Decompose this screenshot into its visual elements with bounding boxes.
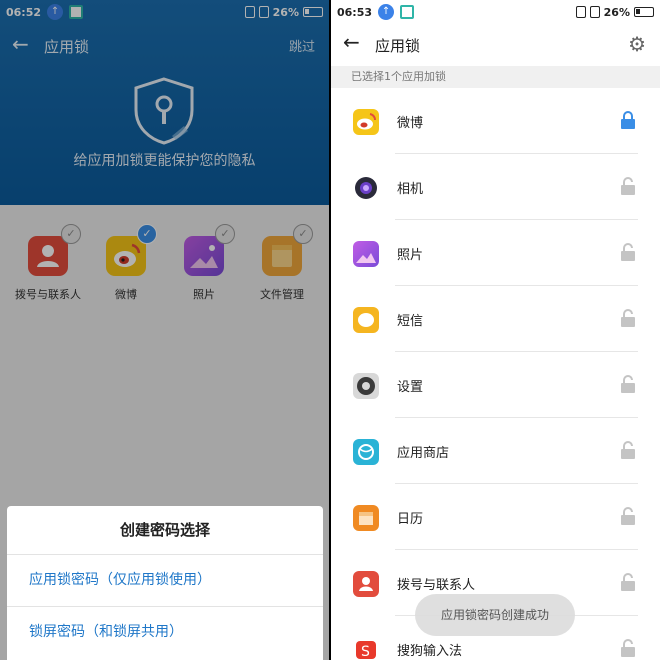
list-item-weibo[interactable]: 微博 xyxy=(331,88,660,154)
list-item-label: 相机 xyxy=(397,182,424,197)
gear-icon[interactable]: ⚙ xyxy=(628,32,646,56)
left-screen: 06:52 ↑ 26% ← 应用锁 跳过 给应用加锁更能保护您的隐私 拨号与联系… xyxy=(0,0,329,660)
list-item-settings[interactable]: 设置 xyxy=(331,352,660,418)
lock-open-icon[interactable] xyxy=(620,441,636,459)
lock-open-icon[interactable] xyxy=(620,243,636,261)
weibo-icon xyxy=(353,109,379,135)
app-bar: ← 应用锁 ⚙ xyxy=(331,24,660,66)
password-type-dialog: 创建密码选择 应用锁密码（仅应用锁使用） 锁屏密码（和锁屏共用） xyxy=(7,506,323,660)
battery-icon xyxy=(634,7,654,17)
app-lock-list: 微博 相机 照片 短信 设置 应用商店 日历 拨号与联系人 S 搜狗输入法 xyxy=(331,88,660,660)
list-item-camera[interactable]: 相机 xyxy=(331,154,660,220)
list-item-photos[interactable]: 照片 xyxy=(331,220,660,286)
list-item-label: 日历 xyxy=(397,512,424,527)
lock-open-icon[interactable] xyxy=(620,507,636,525)
lock-open-icon[interactable] xyxy=(620,375,636,393)
scan-icon xyxy=(400,5,415,19)
right-screen: 06:53 ↑ 26% ← 应用锁 ⚙ 已选择1个应用加锁 微博 相机 照片 短… xyxy=(331,0,660,660)
camera-icon xyxy=(353,175,379,201)
lock-open-icon[interactable] xyxy=(620,639,636,657)
lock-open-icon[interactable] xyxy=(620,177,636,195)
dialog-title: 创建密码选择 xyxy=(119,521,210,539)
list-item-app-store[interactable]: 应用商店 xyxy=(331,418,660,484)
list-item-label: 应用商店 xyxy=(397,446,450,461)
list-item-label: 设置 xyxy=(397,380,424,395)
lock-open-icon[interactable] xyxy=(620,309,636,327)
back-arrow-icon[interactable]: ← xyxy=(343,30,360,54)
app-store-icon xyxy=(353,439,379,465)
svg-text:S: S xyxy=(361,644,370,660)
calendar-icon xyxy=(353,505,379,531)
list-item-label: 短信 xyxy=(397,314,424,329)
lock-closed-icon[interactable] xyxy=(620,111,636,129)
success-toast: 应用锁密码创建成功 xyxy=(415,594,575,636)
settings-icon xyxy=(353,373,379,399)
list-item-label: 照片 xyxy=(397,248,424,263)
list-item-label: 拨号与联系人 xyxy=(397,578,476,593)
list-item-calendar[interactable]: 日历 xyxy=(331,484,660,550)
page-title: 应用锁 xyxy=(375,37,421,55)
battery-percent: 26% xyxy=(603,5,630,19)
sogou-input-icon: S xyxy=(353,637,379,660)
option-app-lock-password[interactable]: 应用锁密码（仅应用锁使用） xyxy=(7,554,323,606)
option-lock-screen-password[interactable]: 锁屏密码（和锁屏共用） xyxy=(7,606,323,658)
photos-icon xyxy=(353,241,379,267)
list-item-label: 搜狗输入法 xyxy=(397,644,463,659)
sim-icon xyxy=(575,6,586,18)
upload-icon: ↑ xyxy=(378,4,395,20)
status-time: 06:53 xyxy=(337,5,373,19)
status-bar: 06:53 ↑ 26% xyxy=(331,0,660,24)
list-item-label: 微博 xyxy=(397,116,424,131)
messages-icon xyxy=(353,307,379,333)
list-item-messages[interactable]: 短信 xyxy=(331,286,660,352)
lock-open-icon[interactable] xyxy=(620,573,636,591)
sim-icon xyxy=(589,6,600,18)
selection-summary: 已选择1个应用加锁 xyxy=(331,66,660,88)
contacts-icon xyxy=(353,571,379,597)
